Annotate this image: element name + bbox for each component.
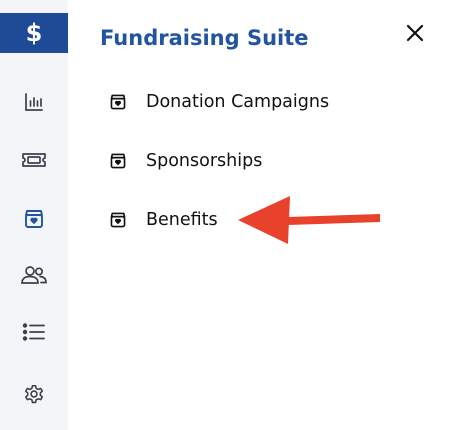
app-window: $ Fundraising Suite Donation Campaigns S… [0, 0, 468, 430]
red-arrow-icon [238, 196, 380, 244]
gift-box-icon [108, 151, 128, 171]
dollar-icon: $ [25, 19, 43, 47]
menu-item-label: Sponsorships [146, 151, 263, 171]
ticket-icon [22, 153, 46, 167]
rail-item-reports[interactable] [0, 82, 68, 122]
menu-item-benefits[interactable]: Benefits [108, 205, 218, 235]
users-icon [21, 266, 47, 284]
rail-item-lists[interactable] [0, 312, 68, 352]
rail-item-contacts[interactable] [0, 255, 68, 295]
list-icon [22, 323, 45, 341]
rail-item-fundraising-suite[interactable] [0, 199, 68, 239]
close-icon [406, 24, 424, 42]
rail-item-tickets[interactable] [0, 140, 68, 180]
gift-box-icon [25, 210, 43, 228]
close-button[interactable] [402, 20, 428, 46]
menu-item-label: Benefits [146, 210, 218, 230]
menu-item-donation-campaigns[interactable]: Donation Campaigns [108, 87, 329, 117]
panel-title: Fundraising Suite [100, 26, 309, 50]
bar-chart-icon [25, 93, 43, 111]
gift-box-icon [108, 92, 128, 112]
rail-item-settings[interactable] [0, 374, 68, 414]
menu-item-label: Donation Campaigns [146, 92, 330, 112]
gift-box-icon [108, 210, 128, 230]
icon-rail: $ [0, 0, 68, 430]
gear-icon [24, 384, 44, 404]
menu-item-sponsorships[interactable]: Sponsorships [108, 146, 262, 176]
rail-item-fundraising[interactable]: $ [0, 13, 68, 53]
